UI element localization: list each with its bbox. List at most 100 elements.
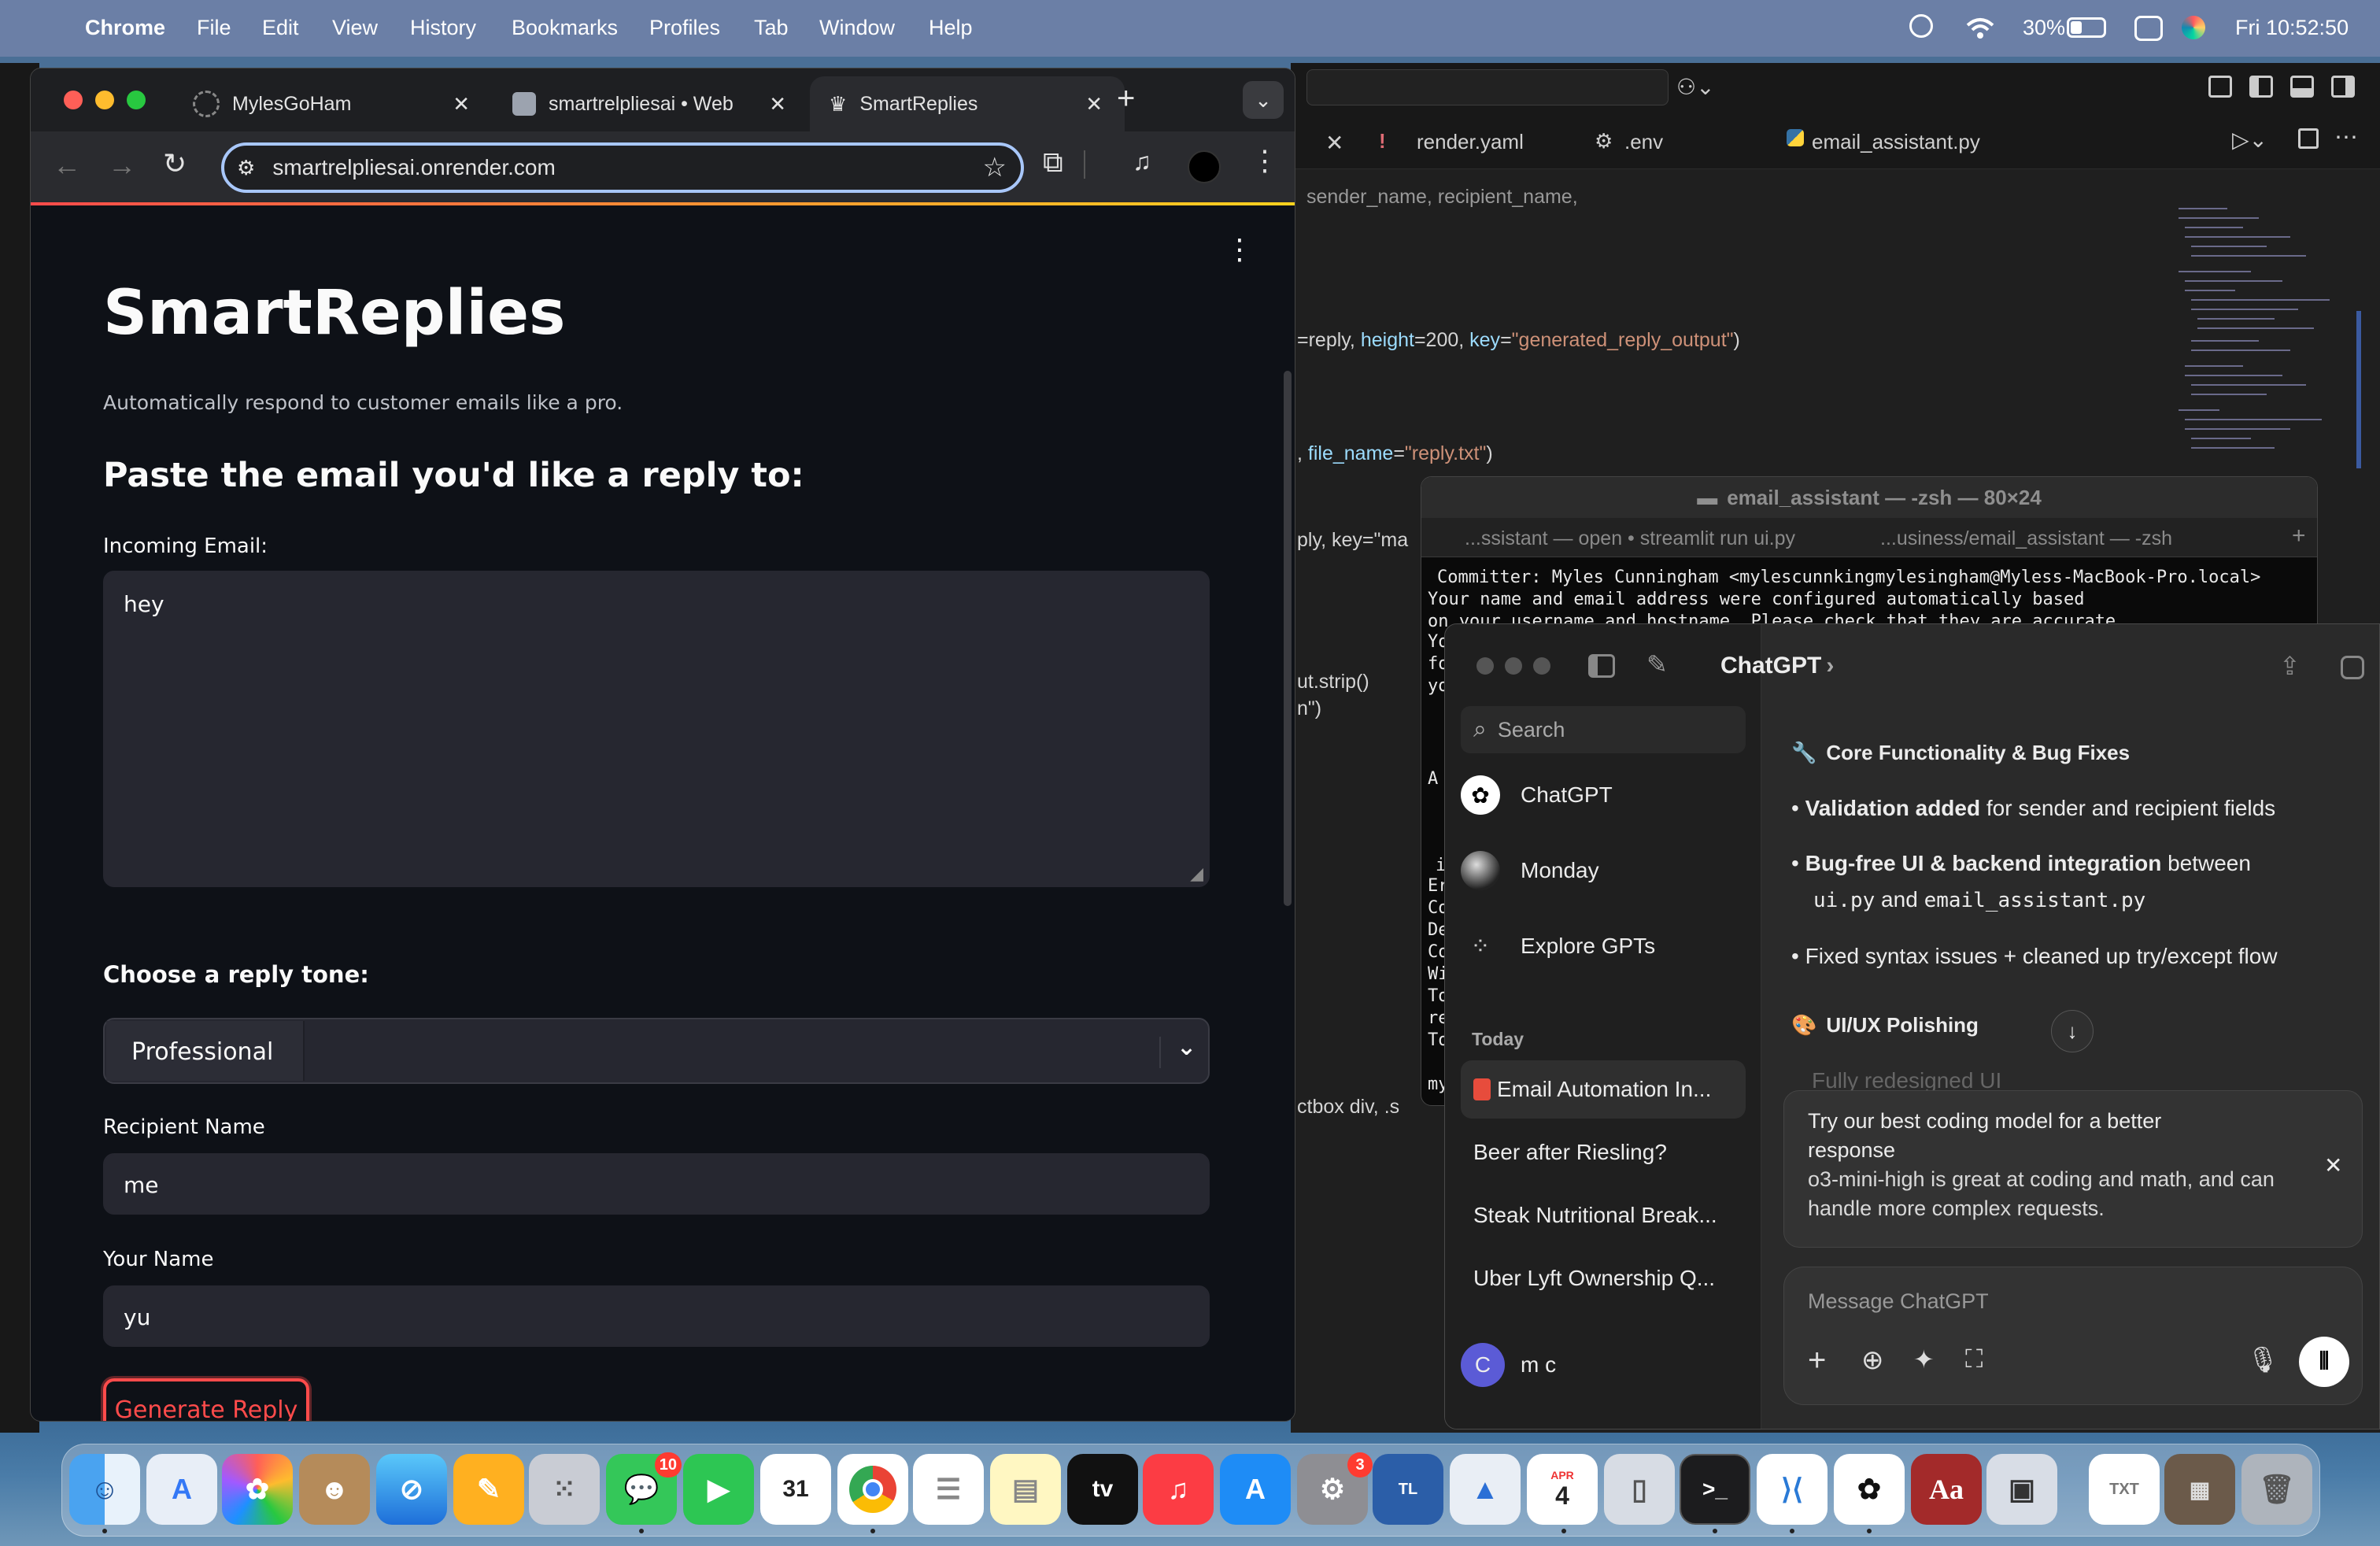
new-tab-icon[interactable]: + [1117,81,1135,117]
menu-edit[interactable]: Edit [262,16,299,40]
finder-icon[interactable]: ☺ [69,1454,140,1525]
media-controls-icon[interactable]: ♫ [1133,147,1151,176]
chrome-dock-icon[interactable] [837,1454,908,1525]
tab-smartreplies-active[interactable]: ♛ SmartReplies ✕ [810,76,1125,131]
menu-window[interactable]: Window [819,16,895,40]
url-text[interactable]: smartrelpliesai.onrender.com [272,155,556,180]
downloads-stack-icon[interactable]: ▦ [2164,1454,2235,1525]
close-tab-icon[interactable]: ✕ [453,92,470,117]
run-icon[interactable]: ▷⌄ [2232,127,2267,153]
address-bar[interactable]: ⚙ smartrelpliesai.onrender.com ☆ [221,142,1024,193]
keynote-icon[interactable]: ▲ [1450,1454,1521,1525]
music-icon[interactable]: ♫ [1143,1454,1214,1525]
new-chat-icon[interactable]: ✎ [1646,649,1668,679]
close-popup-icon[interactable]: ✕ [2324,1152,2342,1178]
wifi-icon[interactable] [1964,16,1996,41]
sidebar-item-explore-gpts[interactable]: ⁘ Explore GPTs [1461,917,1746,975]
system-settings-icon[interactable]: ⚙ 3 [1297,1452,1373,1525]
more-actions-icon[interactable]: ⋯ [2334,124,2358,151]
forward-icon[interactable]: → [108,149,136,182]
calendar-icon[interactable]: 31 [760,1454,831,1525]
maps-icon[interactable]: A [146,1454,217,1525]
attach-plus-icon[interactable]: + [1808,1343,1826,1378]
chrome-menu-icon[interactable]: ⋮ [1251,144,1279,177]
tab-env[interactable]: .env [1624,130,1663,154]
vscode-dock-icon[interactable]: ⟩⟨ [1757,1454,1828,1525]
menubar-clock[interactable]: Fri 10:52:50 [2235,16,2349,40]
facetime-icon[interactable]: ▶ [683,1454,754,1525]
sidebar-item-monday[interactable]: Monday [1461,841,1746,900]
close-tab-icon[interactable]: ✕ [1325,130,1343,156]
toggle-secondary-sidebar-icon[interactable] [2331,76,2355,98]
safari-icon[interactable]: ⊘ [376,1454,447,1525]
battery-icon[interactable] [2067,17,2106,38]
window-close-button[interactable] [64,91,83,109]
reminder-calendar-icon[interactable]: APR 4 [1527,1454,1598,1525]
iphone-mirroring-icon[interactable]: ▯ [1604,1454,1675,1525]
toggle-sidebar-icon[interactable] [1588,654,1615,678]
dictate-mic-icon[interactable]: 🎙 [2247,1344,2279,1374]
sidebar-item-chatgpt[interactable]: ✿ ChatGPT [1461,766,1746,824]
recipient-name-input[interactable]: me [103,1153,1210,1215]
apple-tv-icon[interactable]: tv [1067,1454,1138,1525]
window-zoom-button[interactable] [127,91,146,109]
preview-icon[interactable]: ▣ [1986,1454,2057,1525]
page-scrollbar[interactable] [1284,371,1292,906]
trash-icon[interactable]: 🗑 [2241,1454,2312,1525]
your-name-input[interactable]: yu [103,1285,1210,1347]
terminal-dock-icon[interactable]: >_ [1680,1454,1750,1525]
tab-search-icon[interactable]: ⌄ [1243,81,1284,119]
close-tab-icon[interactable]: ✕ [769,92,786,117]
txt-document-icon[interactable]: TXT [2089,1454,2160,1525]
new-window-icon[interactable] [2341,656,2364,679]
share-icon[interactable]: ⇪ [2279,651,2301,681]
messages-icon[interactable]: 💬 10 [606,1452,682,1525]
dictionary-icon[interactable]: Aa [1911,1454,1982,1525]
contacts-icon[interactable]: ☻ [299,1454,370,1525]
reply-tone-select[interactable]: Professional ⌄ [103,1018,1210,1084]
generate-reply-button[interactable]: Generate Reply [103,1378,309,1421]
menu-help[interactable]: Help [929,16,973,40]
history-item[interactable]: Steak Nutritional Break... [1461,1186,1746,1245]
menu-profiles[interactable]: Profiles [649,16,720,40]
launchpad-icon[interactable]: ⁙ [529,1454,600,1525]
photos-icon[interactable]: ✿ [222,1454,293,1525]
chatgpt-close-button[interactable] [1476,657,1494,675]
vscode-minimap[interactable] [2172,201,2361,468]
menu-app-name[interactable]: Chrome [85,16,165,40]
chatgpt-zoom-button[interactable] [1533,657,1550,675]
menu-view[interactable]: View [332,16,378,40]
copilot-icon[interactable]: ⚇⌄ [1676,74,1715,100]
chatgpt-search-input[interactable]: ⌕ Search [1461,706,1746,753]
app-store-icon[interactable]: A [1220,1454,1291,1525]
profile-avatar[interactable] [1188,150,1221,183]
message-input[interactable]: Message ChatGPT [1808,1289,1989,1314]
close-tab-icon[interactable]: ✕ [1085,92,1103,117]
back-icon[interactable]: ← [53,149,81,182]
terminal-tab-zsh[interactable]: ...usiness/email_assistant — -zsh [1880,527,2172,550]
reminders-icon[interactable]: ☰ [913,1454,984,1525]
history-item-active[interactable]: Email Automation In... [1461,1060,1746,1119]
new-terminal-tab-icon[interactable]: + [2292,523,2306,549]
window-minimize-button[interactable] [95,91,114,109]
resize-handle-icon[interactable]: ◢ [1190,864,1203,884]
menu-tab[interactable]: Tab [754,16,789,40]
control-center-icon[interactable] [2134,16,2163,41]
bookmark-star-icon[interactable]: ☆ [983,152,1007,183]
web-search-globe-icon[interactable]: ⊕ [1861,1344,1884,1376]
terminal-tab-streamlit[interactable]: ...ssistant — open • streamlit run ui.py [1465,527,1795,550]
tai-lopez-app-icon[interactable]: TL [1373,1454,1443,1525]
scroll-down-icon[interactable]: ↓ [2051,1010,2094,1052]
streamlit-main-menu-icon[interactable]: ⋮ [1225,234,1254,266]
reload-icon[interactable]: ↻ [163,147,187,180]
chatgpt-dock-icon[interactable]: ✿ [1834,1454,1905,1525]
menu-bookmarks[interactable]: Bookmarks [512,16,618,40]
menu-history[interactable]: History [410,16,476,40]
tab-email-assistant-py[interactable]: email_assistant.py [1812,130,1980,154]
toggle-panel-icon[interactable] [2290,76,2314,98]
tab-smartrelpliesai-web[interactable]: smartrelpliesai • Web ✕ [495,76,810,131]
chatgpt-minimize-button[interactable] [1505,657,1522,675]
screen-recording-icon[interactable] [1909,14,1933,38]
user-profile-button[interactable]: C m c [1461,1336,1746,1394]
chevron-down-icon[interactable]: ⌄ [1177,1034,1196,1061]
